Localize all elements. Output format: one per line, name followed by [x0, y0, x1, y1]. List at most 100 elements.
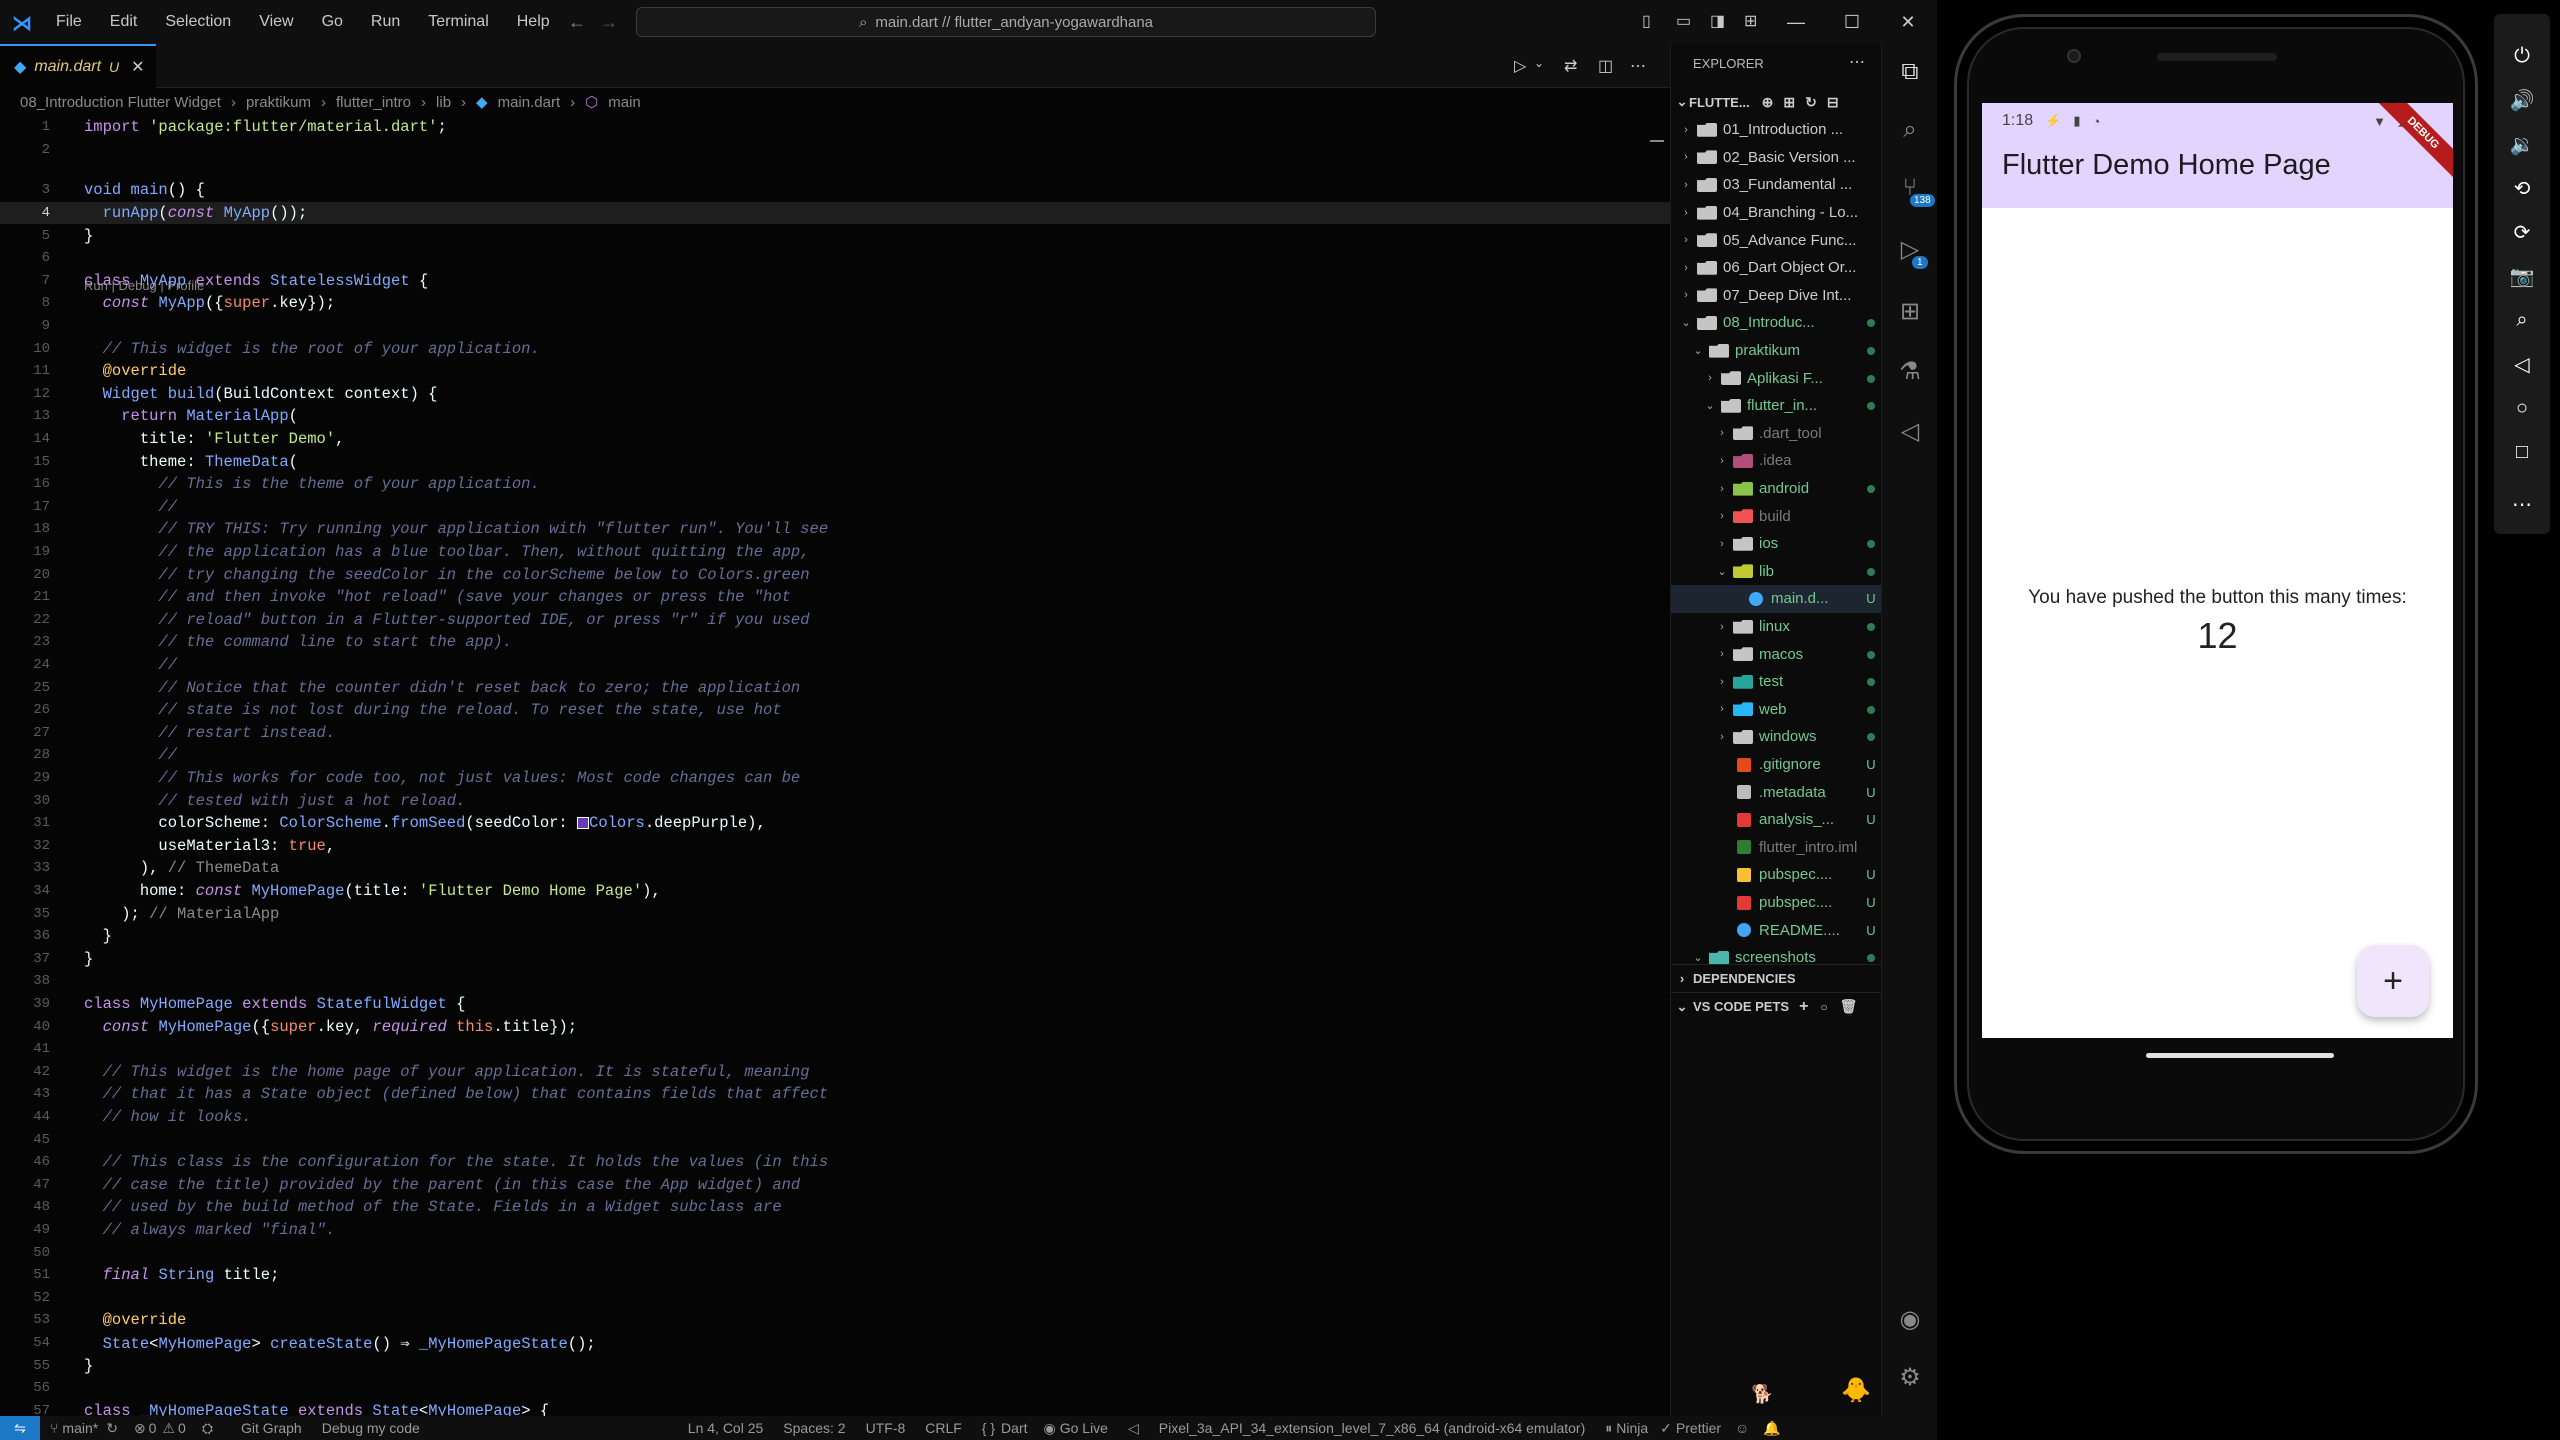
tree-item[interactable]: › Aplikasi F...	[1671, 364, 1882, 392]
breadcrumb-item[interactable]: flutter_intro	[336, 94, 411, 111]
language-mode[interactable]: Dart	[1001, 1420, 1027, 1436]
code-line[interactable]: 54 State<MyHomePage> createState() ⇒ _My…	[0, 1332, 1670, 1355]
tree-item[interactable]: › 05_Advance Func...	[1671, 226, 1882, 254]
prettier-label[interactable]: Prettier	[1676, 1420, 1721, 1436]
settings-gear-icon[interactable]: ⚙	[1896, 1364, 1924, 1392]
overview-icon[interactable]: □	[2494, 432, 2550, 472]
code-line[interactable]: 15 theme: ThemeData(	[0, 450, 1670, 473]
breadcrumb-item[interactable]: lib	[436, 94, 451, 111]
code-line[interactable]: 37}	[0, 948, 1670, 971]
command-center-search[interactable]: ⌕ main.dart // flutter_andyan-yogawardha…	[636, 7, 1376, 37]
maximize-button[interactable]: ☐	[1824, 0, 1880, 44]
vs-code-pets-section[interactable]: ⌄ VS CODE PETS + ○ 🗑	[1671, 992, 1882, 1020]
git-graph-label[interactable]: Git Graph	[241, 1420, 302, 1436]
chevron-right-icon[interactable]: ›	[1715, 621, 1729, 633]
increment-fab-button[interactable]: +	[2357, 945, 2429, 1017]
code-line[interactable]: 7 class MyApp extends StatelessWidget {	[0, 270, 1670, 293]
code-line[interactable]: 51 final String title;	[0, 1264, 1670, 1287]
trash-icon[interactable]: 🗑	[1840, 998, 1858, 1015]
new-file-icon[interactable]: ⊕	[1762, 94, 1774, 111]
code-line[interactable]: 53 @override	[0, 1309, 1670, 1332]
code-line[interactable]: 44 // how it looks.	[0, 1106, 1670, 1129]
minimize-button[interactable]: —	[1768, 0, 1824, 44]
chevron-down-icon[interactable]: ⌄	[1715, 565, 1729, 578]
chevron-right-icon[interactable]: ›	[1679, 207, 1693, 219]
customize-layout-icon[interactable]: ⊞	[1744, 11, 1757, 31]
code-line[interactable]: 6	[0, 247, 1670, 270]
tree-item[interactable]: › 01_Introduction ...	[1671, 116, 1882, 144]
dependencies-section[interactable]: › DEPENDENCIES	[1671, 964, 1882, 992]
menu-edit[interactable]: Edit	[110, 13, 138, 30]
chevron-right-icon[interactable]: ›	[1679, 151, 1693, 163]
tree-item[interactable]: › macos	[1671, 640, 1882, 668]
code-line[interactable]: 26 // state is not lost during the reloa…	[0, 699, 1670, 722]
indentation[interactable]: Spaces: 2	[783, 1420, 845, 1436]
open-changes-icon[interactable]: ⇄	[1564, 56, 1577, 76]
tree-item[interactable]: README.... U	[1671, 916, 1882, 944]
tree-item[interactable]: analysis_... U	[1671, 806, 1882, 834]
code-line[interactable]: 29 // This works for code too, not just …	[0, 767, 1670, 790]
code-line[interactable]: 14 title: 'Flutter Demo',	[0, 428, 1670, 451]
testing-icon[interactable]: ⚗	[1896, 358, 1924, 386]
code-line[interactable]: 56	[0, 1377, 1670, 1400]
code-line[interactable]: 18 // TRY THIS: Try running your applica…	[0, 518, 1670, 541]
flutter-icon[interactable]: ◁	[1896, 418, 1924, 446]
code-line[interactable]: 52	[0, 1287, 1670, 1310]
menu-run[interactable]: Run	[371, 13, 400, 30]
tree-item[interactable]: › 03_Fundamental ...	[1671, 171, 1882, 199]
zoom-icon[interactable]: ⌕	[2494, 300, 2550, 340]
code-line[interactable]: 30 // tested with just a hot reload.	[0, 789, 1670, 812]
tree-item[interactable]: › .dart_tool	[1671, 420, 1882, 448]
menu-go[interactable]: Go	[322, 13, 343, 30]
chevron-right-icon[interactable]: ›	[1679, 234, 1693, 246]
chevron-right-icon[interactable]: ›	[1715, 703, 1729, 715]
code-line[interactable]: 55}	[0, 1354, 1670, 1377]
rotate-left-icon[interactable]: ⟲	[2494, 168, 2550, 208]
tree-item[interactable]: › .idea	[1671, 447, 1882, 475]
menu-selection[interactable]: Selection	[165, 13, 231, 30]
tree-item[interactable]: main.d... U	[1671, 585, 1882, 613]
code-line[interactable]: 46 // This class is the configuration fo…	[0, 1151, 1670, 1174]
run-icon[interactable]: ▷	[1514, 56, 1526, 76]
more-options-icon[interactable]: ⋯	[2494, 484, 2550, 524]
code-line[interactable]: 36 }	[0, 925, 1670, 948]
chevron-right-icon[interactable]: ›	[1679, 179, 1693, 191]
tab-main-dart[interactable]: ◆ main.dart U ✕	[0, 44, 156, 88]
tree-item[interactable]: ⌄ 08_Introduc...	[1671, 309, 1882, 337]
code-line[interactable]: 38	[0, 970, 1670, 993]
chevron-right-icon[interactable]: ›	[1715, 510, 1729, 522]
explorer-root-header[interactable]: ⌄ FLUTTE... ⊕ ⊞ ↻ ⊟	[1671, 88, 1882, 116]
branch-name[interactable]: main*	[62, 1420, 98, 1436]
chevron-right-icon[interactable]: ›	[1679, 124, 1693, 136]
tree-item[interactable]: pubspec.... U	[1671, 861, 1882, 889]
split-editor-icon[interactable]: ◫	[1598, 56, 1613, 76]
tree-item[interactable]: .metadata U	[1671, 778, 1882, 806]
toggle-primary-sidebar-icon[interactable]: ▯	[1642, 11, 1651, 31]
phone-screen[interactable]: 1:18 ⚡ ▮ ◔ ▼ ◢ DEBUG Flutter Demo Home P…	[1982, 103, 2453, 1038]
tree-item[interactable]: › ios	[1671, 530, 1882, 558]
rotate-right-icon[interactable]: ⟳	[2494, 212, 2550, 252]
chevron-right-icon[interactable]: ›	[1715, 731, 1729, 743]
menu-help[interactable]: Help	[517, 13, 550, 30]
volume-up-icon[interactable]: 🔊	[2494, 80, 2550, 120]
chevron-right-icon[interactable]: ›	[1715, 455, 1729, 467]
code-line[interactable]: 4 runApp(const MyApp());	[0, 201, 1670, 225]
add-pet-icon[interactable]: +	[1799, 998, 1808, 1016]
toggle-secondary-sidebar-icon[interactable]: ◨	[1710, 11, 1725, 31]
code-line[interactable]: 23 // the command line to start the app)…	[0, 631, 1670, 654]
tree-item[interactable]: › android	[1671, 475, 1882, 503]
tree-item[interactable]: › 04_Branching - Lo...	[1671, 199, 1882, 227]
nav-back-icon[interactable]: ←	[568, 12, 586, 33]
ninja-label[interactable]: Ninja	[1616, 1420, 1648, 1436]
code-line[interactable]: 8 const MyApp({super.key});	[0, 292, 1670, 315]
run-dropdown-icon[interactable]: ⌄	[1534, 56, 1544, 70]
menu-terminal[interactable]: Terminal	[428, 13, 488, 30]
feedback-icon[interactable]: ☺	[1735, 1420, 1749, 1436]
code-line[interactable]: 42 // This widget is the home page of yo…	[0, 1061, 1670, 1084]
code-line[interactable]: 32 useMaterial3: true,	[0, 835, 1670, 858]
code-line[interactable]: 47 // case the title) provided by the pa…	[0, 1174, 1670, 1197]
warning-count[interactable]: 0	[178, 1420, 186, 1436]
refresh-icon[interactable]: ↻	[1805, 94, 1817, 111]
code-line[interactable]: 45	[0, 1128, 1670, 1151]
close-tab-icon[interactable]: ✕	[131, 57, 144, 77]
